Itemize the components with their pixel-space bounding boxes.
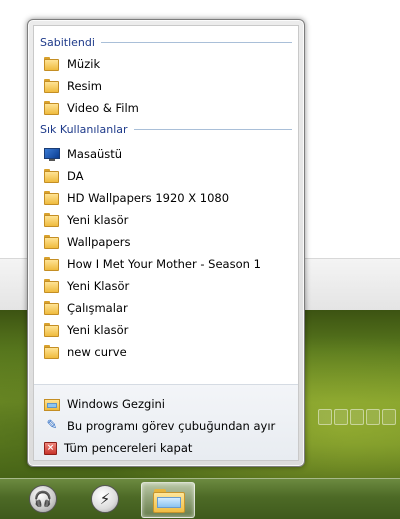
item-label: Resim — [67, 79, 102, 93]
folder-icon — [44, 191, 60, 205]
pin-icon: ✎ — [46, 418, 58, 433]
item-label: Müzik — [67, 57, 101, 71]
jump-list-item-yeni-klasor-2[interactable]: Yeni Klasör — [36, 275, 296, 297]
folder-icon — [44, 257, 60, 271]
section-header-pinned: Sabitlendi — [40, 34, 292, 50]
folder-icon — [44, 79, 60, 93]
section-divider — [133, 128, 292, 130]
jump-list-item-hd-wallpapers[interactable]: HD Wallpapers 1920 X 1080 — [36, 187, 296, 209]
item-label: new curve — [67, 345, 127, 359]
item-label: Windows Gezgini — [67, 397, 165, 411]
folder-icon — [44, 57, 60, 71]
media-button[interactable] — [318, 409, 332, 425]
jump-list-item-himym-season-1[interactable]: How I Met Your Mother - Season 1 — [36, 253, 296, 275]
media-button[interactable] — [350, 409, 364, 425]
jump-list-item-calismalar[interactable]: Çalışmalar — [36, 297, 296, 319]
item-label: Çalışmalar — [67, 301, 128, 315]
task-windows-explorer[interactable]: Windows Gezgini — [36, 393, 296, 415]
jump-list-item-yeni-klasor-3[interactable]: Yeni klasör — [36, 319, 296, 341]
jump-list-item-resim[interactable]: Resim — [36, 75, 296, 97]
jump-list-item-yeni-klasor-1[interactable]: Yeni klasör — [36, 209, 296, 231]
folder-icon — [44, 345, 60, 359]
section-header-label: Sabitlendi — [40, 35, 95, 49]
taskbar-button-headphones[interactable]: 🎧 — [20, 482, 66, 516]
folder-icon — [44, 323, 60, 337]
folder-icon — [44, 213, 60, 227]
item-label: Tüm pencereleri kapat — [64, 441, 193, 455]
jump-list-item-new-curve[interactable]: new curve — [36, 341, 296, 363]
item-label: DA — [67, 169, 84, 183]
lightning-icon: ⚡ — [91, 485, 119, 513]
jump-list-item-masaustu[interactable]: Masaüstü — [36, 143, 296, 165]
folder-icon — [44, 279, 60, 293]
close-window-icon: × — [44, 441, 57, 455]
task-unpin-from-taskbar[interactable]: ✎ Bu programı görev çubuğundan ayır — [36, 415, 296, 437]
media-button[interactable] — [366, 409, 380, 425]
jump-list-item-wallpapers[interactable]: Wallpapers — [36, 231, 296, 253]
media-button[interactable] — [382, 409, 396, 425]
jump-list-content: Sabitlendi Müzik Resim Video & Film Sık … — [33, 25, 299, 461]
section-divider — [100, 41, 292, 43]
item-label: Video & Film — [67, 101, 139, 115]
desktop-icon — [44, 147, 60, 161]
section-header-label: Sık Kullanılanlar — [40, 122, 128, 136]
folder-icon — [44, 301, 60, 315]
media-button[interactable] — [334, 409, 348, 425]
item-label: Masaüstü — [67, 147, 123, 161]
jump-list-item-da[interactable]: DA — [36, 165, 296, 187]
folder-icon — [44, 235, 60, 249]
jump-list-item-muzik[interactable]: Müzik — [36, 53, 296, 75]
jump-list: Sabitlendi Müzik Resim Video & Film Sık … — [27, 19, 305, 467]
item-label: Bu programı görev çubuğundan ayır — [67, 419, 276, 433]
taskbar-button-lightning[interactable]: ⚡ — [82, 482, 128, 516]
item-label: Yeni klasör — [67, 323, 129, 337]
item-label: Yeni klasör — [67, 213, 129, 227]
item-label: Yeni Klasör — [67, 279, 130, 293]
explorer-icon — [44, 397, 60, 411]
task-close-all-windows[interactable]: × Tüm pencereleri kapat — [36, 437, 296, 459]
item-label: How I Met Your Mother - Season 1 — [67, 257, 261, 271]
explorer-folder-icon — [153, 489, 185, 513]
headphones-icon: 🎧 — [29, 485, 57, 513]
item-label: Wallpapers — [67, 235, 131, 249]
taskbar-button-explorer[interactable] — [141, 482, 195, 518]
taskbar: 🎧 ⚡ — [0, 478, 400, 519]
section-header-frequent: Sık Kullanılanlar — [40, 121, 292, 137]
item-label: HD Wallpapers 1920 X 1080 — [67, 191, 230, 205]
media-controls — [318, 409, 400, 427]
jump-list-item-video-film[interactable]: Video & Film — [36, 97, 296, 119]
jump-list-tasks: Windows Gezgini ✎ Bu programı görev çubu… — [34, 384, 298, 460]
folder-icon — [44, 169, 60, 183]
folder-icon — [44, 101, 60, 115]
